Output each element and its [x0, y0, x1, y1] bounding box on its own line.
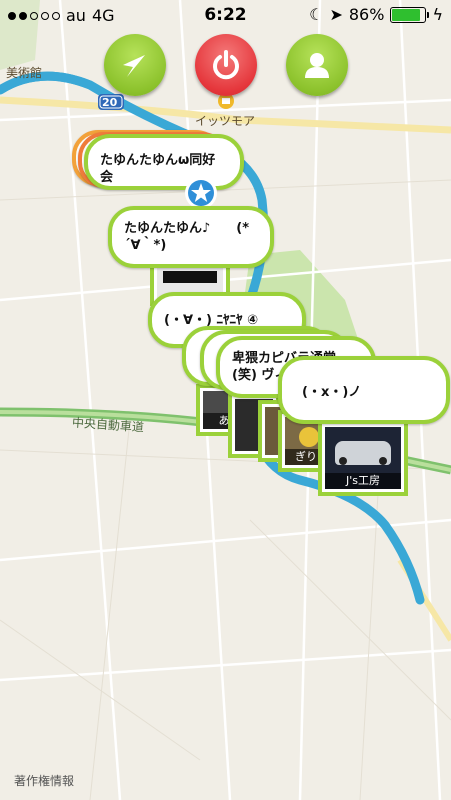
- map-pin-bubble[interactable]: たゆんたゆん♪ (*´∀｀*): [108, 206, 274, 268]
- current-location-button[interactable]: [104, 34, 166, 96]
- photo-caption: J's工房: [325, 473, 401, 489]
- charging-icon: ϟ: [432, 5, 443, 24]
- pin-label: (・x・)ノ: [302, 385, 362, 400]
- map-copyright-link[interactable]: 著作権情報: [14, 772, 74, 789]
- museum-label: 美術館: [6, 66, 43, 80]
- moon-icon: ☾: [309, 5, 324, 24]
- battery-icon: [390, 6, 430, 23]
- pin-label: たゆんたゆん♪ (*´∀｀*): [124, 221, 250, 253]
- battery-percent: 86%: [348, 5, 385, 24]
- store-label: イッツモア: [195, 114, 256, 128]
- map-pin-bubble[interactable]: (・x・)ノ: [278, 356, 450, 424]
- power-icon: [213, 50, 239, 80]
- favorite-star-icon[interactable]: [184, 176, 218, 210]
- user-icon: [305, 53, 329, 78]
- status-bar: au 4G 6:22 ☾ ➤ 86% ϟ: [0, 0, 451, 32]
- pin-photo-js-koubou[interactable]: J's工房: [318, 420, 408, 496]
- power-button[interactable]: [195, 34, 257, 96]
- navigation-arrow-icon: [123, 55, 145, 77]
- map-pin-bubble[interactable]: たゆんたゆんω同好会: [84, 134, 244, 190]
- route-number: 20: [102, 96, 118, 109]
- location-arrow-icon: ➤: [329, 5, 343, 24]
- profile-button[interactable]: [286, 34, 348, 96]
